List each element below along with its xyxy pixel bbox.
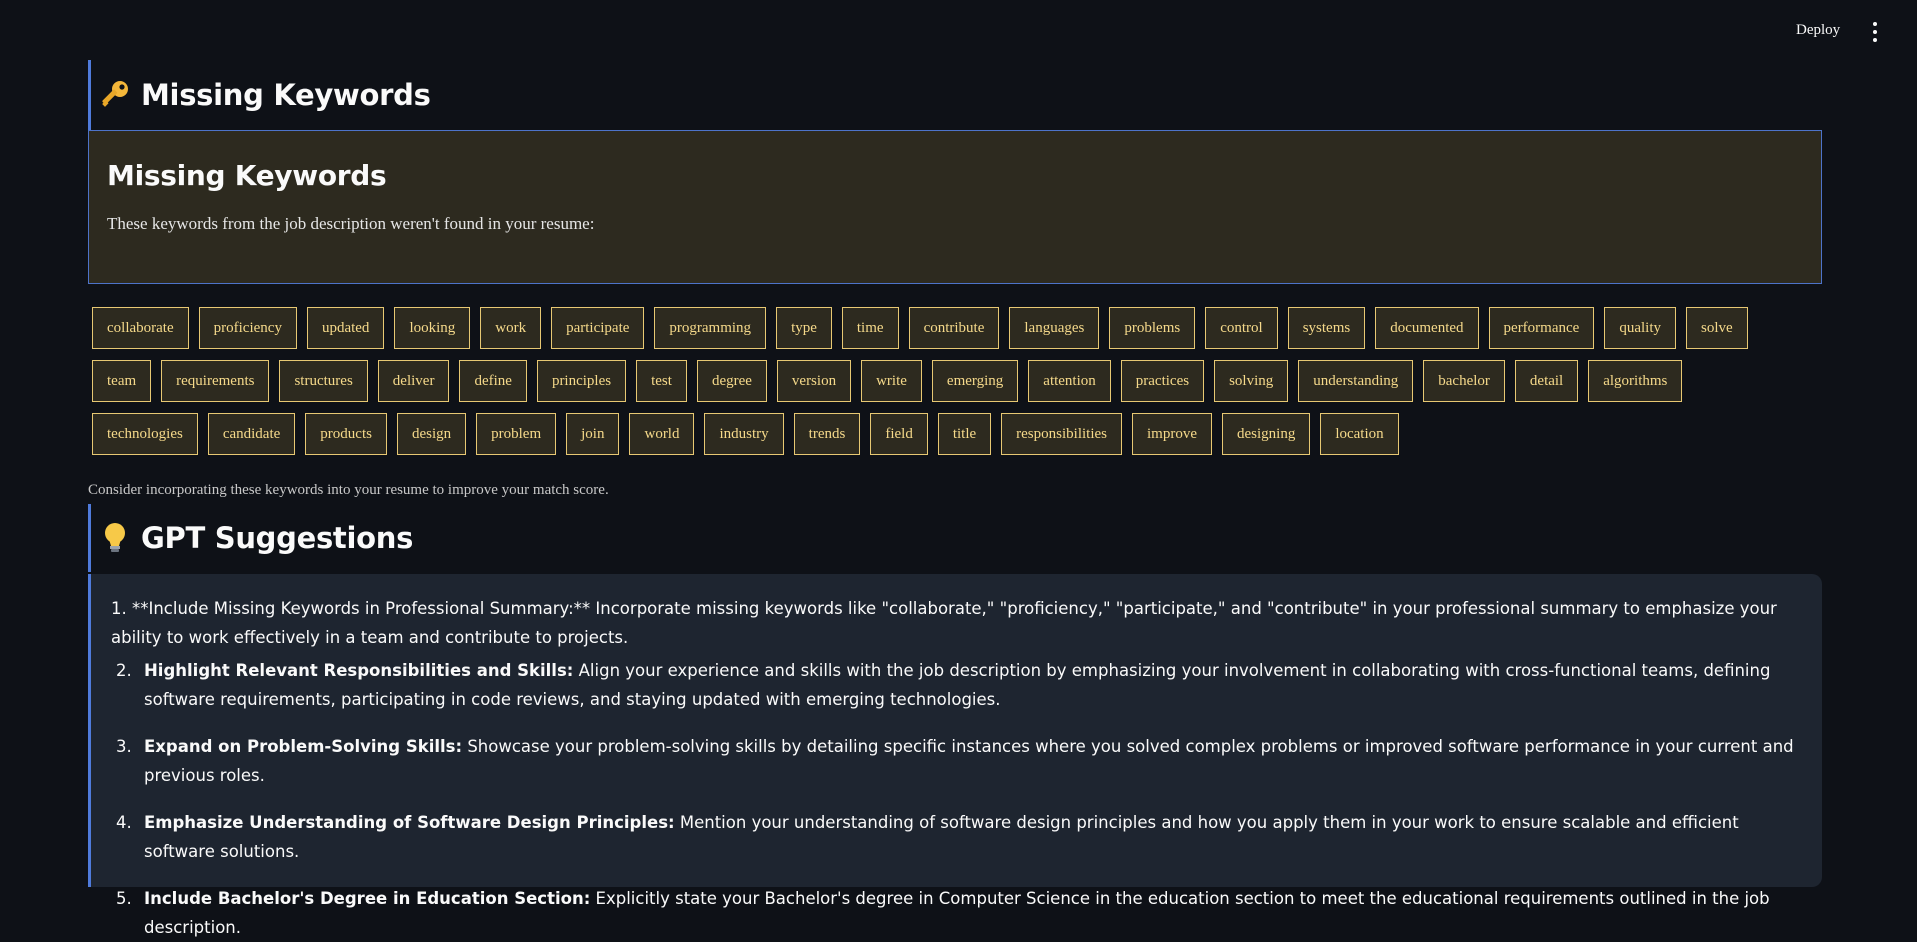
keyword-tag: title xyxy=(937,413,992,455)
missing-keywords-panel: Missing Keywords These keywords from the… xyxy=(88,130,1822,284)
keyword-tag: problem xyxy=(476,413,557,455)
keyword-tag: programming xyxy=(654,307,767,349)
key-icon xyxy=(97,77,133,113)
keyword-tag: control xyxy=(1205,307,1278,349)
keyword-tag: solve xyxy=(1686,307,1748,349)
keyword-tag: team xyxy=(92,360,152,402)
keyword-tag: quality xyxy=(1604,307,1676,349)
suggestion-number: 2. xyxy=(116,661,132,680)
keyword-tag: deliver xyxy=(377,360,450,402)
hint-text: Consider incorporating these keywords in… xyxy=(88,482,609,498)
top-bar: Deploy xyxy=(0,0,1917,62)
keyword-tag: performance xyxy=(1488,307,1595,349)
suggestion-item: 2. Highlight Relevant Responsibilities an… xyxy=(111,656,1802,714)
suggestion-number: 5. xyxy=(116,889,132,908)
lightbulb-icon xyxy=(97,520,133,556)
keyword-tag: requirements xyxy=(161,360,270,402)
keyword-tag: documented xyxy=(1375,307,1479,349)
keyword-tag: languages xyxy=(1009,307,1100,349)
keyword-tag: contribute xyxy=(908,307,1000,349)
suggestion-item: 5. Include Bachelor's Degree in Education… xyxy=(111,884,1802,942)
keyword-tag: structures xyxy=(279,360,368,402)
missing-keywords-header: Missing Keywords xyxy=(88,60,1822,130)
suggestion-1-text: 1. **Include Missing Keywords in Profess… xyxy=(111,599,1777,647)
keyword-tag: world xyxy=(629,413,695,455)
keyword-tag: industry xyxy=(704,413,784,455)
keyword-tag: responsibilities xyxy=(1001,413,1122,455)
keyword-tag-list: collaborate proficiency updated looking work… xyxy=(92,307,1792,455)
keyword-tag: problems xyxy=(1109,307,1196,349)
keyword-tag: candidate xyxy=(207,413,296,455)
keyword-tag: type xyxy=(776,307,832,349)
keyword-tag: improve xyxy=(1131,413,1212,455)
suggestion-item: 3. Expand on Problem-Solving Skills: Show… xyxy=(111,732,1802,790)
keyword-tag: looking xyxy=(394,307,471,349)
section-title: Missing Keywords xyxy=(141,78,431,112)
keyword-tag: field xyxy=(870,413,928,455)
suggestion-title: Expand on Problem-Solving Skills: xyxy=(144,737,463,756)
section-title: GPT Suggestions xyxy=(141,521,414,555)
suggestion-number: 3. xyxy=(116,737,132,756)
suggestion-title: Emphasize Understanding of Software Desi… xyxy=(144,813,675,832)
keyword-tag: products xyxy=(305,413,387,455)
keyword-tag: version xyxy=(776,360,852,402)
suggestion-number: 4. xyxy=(116,813,132,832)
keyword-tag: attention xyxy=(1028,360,1111,402)
keyword-tag: write xyxy=(861,360,922,402)
keyword-tag: location xyxy=(1320,413,1399,455)
keyword-tag: join xyxy=(566,413,620,455)
keyword-tag: detail xyxy=(1514,360,1579,402)
panel-title: Missing Keywords xyxy=(107,159,387,192)
keyword-tag: principles xyxy=(536,360,627,402)
keyword-tag: systems xyxy=(1287,307,1366,349)
keyword-tag: define xyxy=(459,360,527,402)
keyword-tag: emerging xyxy=(931,360,1019,402)
keyword-tag: technologies xyxy=(92,413,198,455)
keyword-tag: solving xyxy=(1214,360,1289,402)
keyword-tag: degree xyxy=(696,360,767,402)
keyword-tag: participate xyxy=(551,307,645,349)
gpt-suggestions-panel: 1. **Include Missing Keywords in Profess… xyxy=(88,574,1822,937)
keyword-tag: bachelor xyxy=(1423,360,1505,402)
keyword-tag: algorithms xyxy=(1588,360,1683,402)
panel-description: These keywords from the job description … xyxy=(107,214,595,233)
suggestion-title: Highlight Relevant Responsibilities and … xyxy=(144,661,574,680)
keyword-tag: design xyxy=(396,413,467,455)
keyword-tag: test xyxy=(636,360,687,402)
suggestion-list: 2. Highlight Relevant Responsibilities an… xyxy=(111,656,1802,942)
deploy-button[interactable]: Deploy xyxy=(1796,22,1840,39)
vertical-dots-icon[interactable] xyxy=(1869,22,1881,42)
keyword-tag: understanding xyxy=(1298,360,1414,402)
keyword-tag: designing xyxy=(1221,413,1311,455)
gpt-suggestions-header: GPT Suggestions xyxy=(88,504,1822,572)
keyword-tag: practices xyxy=(1120,360,1205,402)
keyword-tag: collaborate xyxy=(92,307,189,349)
keyword-tag: proficiency xyxy=(198,307,297,349)
keyword-tag: time xyxy=(841,307,899,349)
keyword-tag: trends xyxy=(793,413,861,455)
suggestion-item: 4. Emphasize Understanding of Software De… xyxy=(111,808,1802,866)
suggestion-title: Include Bachelor's Degree in Education S… xyxy=(144,889,591,908)
keyword-tag: updated xyxy=(306,307,385,349)
keyword-tag: work xyxy=(480,307,542,349)
